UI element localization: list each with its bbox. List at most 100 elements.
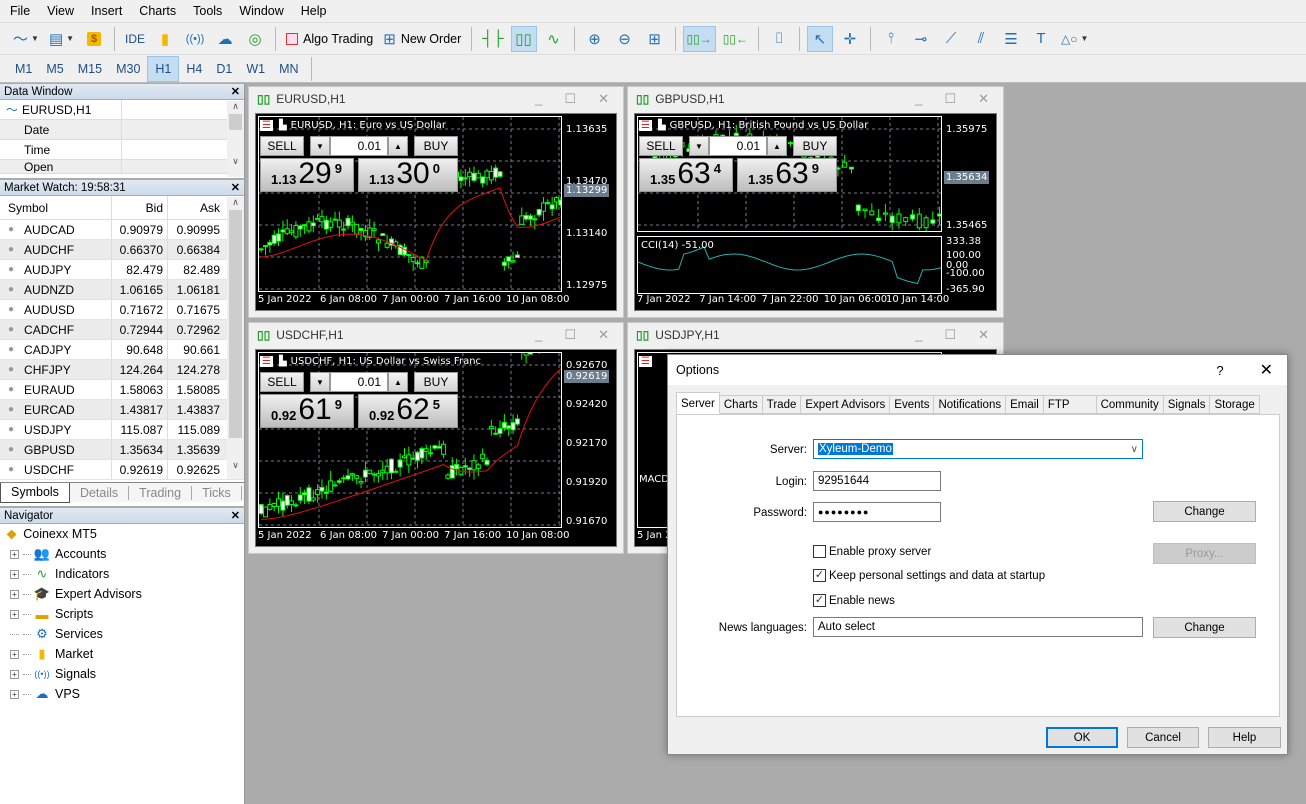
- scroll-up-icon[interactable]: ∧: [227, 197, 244, 208]
- lot-size-input[interactable]: 0.01: [330, 136, 388, 156]
- close-icon[interactable]: ✕: [978, 91, 989, 107]
- buy-button[interactable]: BUY: [414, 372, 458, 392]
- tab-details[interactable]: Details: [70, 485, 130, 500]
- buy-button[interactable]: BUY: [414, 136, 458, 156]
- menu-insert[interactable]: Insert: [85, 4, 133, 18]
- close-icon[interactable]: ✕: [231, 181, 240, 194]
- lot-size-input[interactable]: 0.01: [709, 136, 767, 156]
- maximize-icon[interactable]: ☐: [944, 327, 956, 343]
- market-watch-row[interactable]: ● AUDCAD 0.90979 0.90995: [0, 220, 244, 240]
- timeframe-d1[interactable]: D1: [209, 57, 239, 81]
- market-watch-row[interactable]: ● CADCHF 0.72944 0.72962: [0, 320, 244, 340]
- navigator-item-market[interactable]: + ▮ Market: [0, 644, 244, 664]
- trade-panel-toggle-icon[interactable]: ☰: [639, 356, 652, 367]
- tab-ticks[interactable]: Ticks: [192, 485, 242, 500]
- server-select[interactable]: Xyleum-Demo ∨: [813, 439, 1143, 459]
- market-watch-row[interactable]: ● AUDJPY 82.479 82.489: [0, 260, 244, 280]
- close-icon[interactable]: ✕: [1260, 360, 1273, 380]
- chart-shift-button[interactable]: ▯▯←: [720, 26, 751, 52]
- navigator-root[interactable]: ❖ Coinexx MT5: [0, 524, 244, 544]
- minimize-icon[interactable]: _: [535, 327, 542, 343]
- market-watch-row[interactable]: ● AUDCHF 0.66370 0.66384: [0, 240, 244, 260]
- password-field[interactable]: ●●●●●●●●: [813, 502, 941, 522]
- keep-settings-checkbox[interactable]: ✓ Keep personal settings and data at star…: [813, 569, 1045, 582]
- timeframe-h4[interactable]: H4: [179, 57, 209, 81]
- chart-canvas[interactable]: 0.92670 0.92420 0.92170 0.91920 0.91670 0.926…: [255, 349, 617, 547]
- tile-windows-button[interactable]: ⊞: [642, 26, 668, 52]
- scroll-thumb[interactable]: [229, 114, 242, 130]
- lot-decrease-button[interactable]: ▼: [310, 372, 330, 392]
- column-header-ask[interactable]: Ask: [168, 196, 224, 219]
- lot-increase-button[interactable]: ▲: [767, 136, 787, 156]
- candlestick-chart-button[interactable]: ▯▯: [510, 25, 537, 52]
- trade-panel-toggle-icon[interactable]: ☰: [639, 120, 652, 131]
- sell-price[interactable]: 1.13 29 9: [260, 158, 354, 192]
- lot-decrease-button[interactable]: ▼: [310, 136, 330, 156]
- vertical-line-button[interactable]: ⫯: [878, 26, 904, 52]
- navigator-item-expert-advisors[interactable]: + 🎓 Expert Advisors: [0, 584, 244, 604]
- minimize-icon[interactable]: _: [915, 91, 922, 107]
- cursor-button[interactable]: ↖: [806, 25, 833, 52]
- navigator-item-services[interactable]: ⚙ Services: [0, 624, 244, 644]
- timeframe-m15[interactable]: M15: [71, 57, 109, 81]
- chart-window-gbpusd[interactable]: ▯▯GBPUSD,H1_☐✕1.359751.357201.354651.356…: [627, 86, 1004, 318]
- vps-button[interactable]: ☁: [212, 26, 238, 52]
- market-watch-row[interactable]: ● AUDUSD 0.71672 0.71675: [0, 300, 244, 320]
- maximize-icon[interactable]: ☐: [564, 327, 576, 343]
- zoom-in-button[interactable]: ⊕: [582, 26, 608, 52]
- ok-button[interactable]: OK: [1046, 727, 1118, 748]
- expand-icon[interactable]: +: [10, 689, 19, 699]
- scroll-down-icon[interactable]: ∨: [227, 156, 244, 167]
- navigator-item-scripts[interactable]: + ▬ Scripts: [0, 604, 244, 624]
- help-icon[interactable]: ?: [1216, 363, 1223, 378]
- timeframe-h1[interactable]: H1: [147, 55, 180, 82]
- column-header-symbol[interactable]: Symbol: [0, 196, 112, 219]
- chart-window-usdchf[interactable]: ▯▯ USDCHF,H1 _ ☐ ✕ 0.92670 0.92420 0.92170 0.919…: [248, 322, 624, 554]
- checkbox-box[interactable]: ✓: [813, 569, 826, 582]
- expand-icon[interactable]: +: [10, 569, 19, 579]
- expand-icon[interactable]: +: [10, 669, 19, 679]
- save-template-icon[interactable]: ▙: [279, 356, 287, 367]
- tab-community[interactable]: Community: [1096, 395, 1164, 414]
- column-header-bid[interactable]: Bid: [112, 196, 168, 219]
- expand-icon[interactable]: +: [10, 609, 19, 619]
- buy-price[interactable]: 1.35 63 9: [737, 158, 837, 192]
- fibonacci-button[interactable]: ☰: [998, 26, 1024, 52]
- proxy-button[interactable]: Proxy...: [1153, 543, 1256, 564]
- crosshair-button[interactable]: ✛: [837, 26, 863, 52]
- market-watch-scrollbar[interactable]: ∧ ∨: [227, 197, 244, 479]
- enable-news-checkbox[interactable]: ✓ Enable news: [813, 594, 895, 607]
- maximize-icon[interactable]: ☐: [564, 91, 576, 107]
- lot-size-input[interactable]: 0.01: [330, 372, 388, 392]
- lot-increase-button[interactable]: ▲: [388, 136, 408, 156]
- sell-button[interactable]: SELL: [260, 372, 304, 392]
- chart-window-eurusd[interactable]: ▯▯ EURUSD,H1 _ ☐ ✕ 1.13635 1.13470 1.13140 1.129…: [248, 86, 624, 318]
- sell-button[interactable]: SELL: [639, 136, 683, 156]
- market-watch-row[interactable]: ● EURCAD 1.43817 1.43837: [0, 400, 244, 420]
- line-chart-button[interactable]: ∿: [541, 26, 567, 52]
- lot-decrease-button[interactable]: ▼: [689, 136, 709, 156]
- sell-button[interactable]: SELL: [260, 136, 304, 156]
- timeframe-w1[interactable]: W1: [239, 57, 272, 81]
- lot-increase-button[interactable]: ▲: [388, 372, 408, 392]
- trendline-button[interactable]: ⟋: [938, 26, 964, 52]
- chevron-down-icon[interactable]: ∨: [1131, 444, 1138, 455]
- chart-canvas[interactable]: 1.359751.357201.354651.35634CCI(14) -51.…: [634, 113, 997, 311]
- tab-events[interactable]: Events: [890, 395, 935, 414]
- algo-trading-button[interactable]: Algo Trading: [283, 26, 376, 52]
- checkbox-box[interactable]: ✓: [813, 594, 826, 607]
- menu-window[interactable]: Window: [233, 4, 294, 18]
- zoom-out-button[interactable]: ⊖: [612, 26, 638, 52]
- timeframe-m5[interactable]: M5: [39, 57, 70, 81]
- market-watch-row[interactable]: ● USDCHF 0.92619 0.92625: [0, 460, 244, 480]
- save-template-icon[interactable]: ▙: [658, 120, 666, 131]
- ide-button[interactable]: IDE: [122, 26, 148, 52]
- buy-button[interactable]: BUY: [793, 136, 837, 156]
- close-icon[interactable]: ✕: [598, 327, 609, 343]
- market-watch-row[interactable]: ● CADJPY 90.648 90.661: [0, 340, 244, 360]
- bar-chart-button[interactable]: ┤├: [479, 26, 506, 52]
- save-template-icon[interactable]: ▙: [279, 120, 287, 131]
- tab-trade[interactable]: Trade: [762, 395, 802, 414]
- shapes-button[interactable]: △○ ▼: [1058, 26, 1091, 52]
- account-button[interactable]: $: [81, 26, 107, 52]
